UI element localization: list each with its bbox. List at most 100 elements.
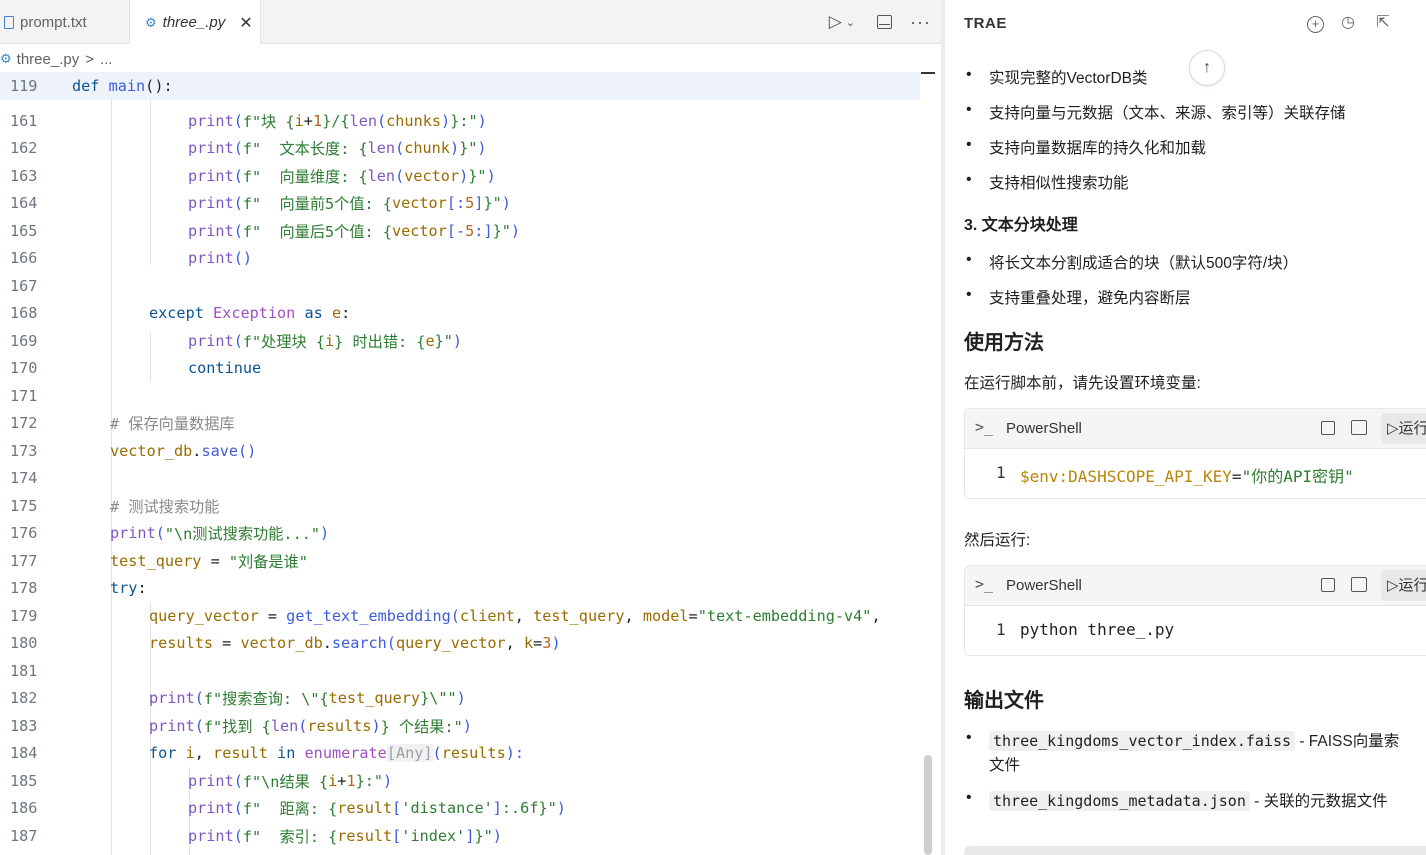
code-text: query_vector = get_text_embedding(client… [149, 606, 881, 625]
list-item: • 实现完整的VectorDB类 [966, 66, 1148, 87]
code-line: 170 continue [0, 355, 920, 383]
list-item: • 将长文本分割成适合的块（默认500字符/块） [966, 251, 1299, 272]
code-area[interactable]: 119 def main (): 161 print(f"块 {i +1}/{len… [0, 72, 920, 855]
line-number: 182 [10, 689, 38, 708]
line-number: 177 [10, 551, 38, 570]
new-chat-icon[interactable]: + [1307, 16, 1324, 33]
run-button[interactable]: ▷运行 [1381, 413, 1426, 444]
code-text: print(f" 向量前5个值: {vector [: 5]}") [188, 194, 511, 214]
vertical-scrollbar[interactable] [924, 755, 932, 855]
assistant-panel: TRAE + ◷ ⇱ ↑ • 实现完整的VectorDB类 • 支持向量与元数据（文… [945, 0, 1426, 855]
run-icon[interactable]: ▷ [829, 12, 842, 32]
open-external-icon[interactable]: ⇱ [1373, 13, 1393, 33]
line-number: 187 [10, 826, 38, 845]
code-text: # 测试搜索功能 [110, 497, 220, 516]
toggle-panel-icon[interactable] [877, 15, 893, 29]
usage-intro: 在运行脚本前，请先设置环境变量: [964, 375, 1201, 392]
output-heading: 输出文件 [964, 690, 1044, 712]
line-number: 180 [10, 634, 38, 653]
python-file-icon: ⚙ [145, 14, 157, 30]
line-number: 173 [10, 441, 38, 460]
code-language: PowerShell [1006, 577, 1082, 594]
line-number: 186 [10, 799, 38, 818]
line-number: 172 [10, 414, 38, 433]
code-text: print(f" 距离: {result['distance']:.6f}") [188, 799, 566, 819]
line-number: 168 [10, 304, 38, 323]
code-text: print(f"找到 {len(results)} 个结果:") [149, 716, 472, 736]
breadcrumb-file[interactable]: three_.py [17, 51, 80, 68]
line-number: 175 [10, 496, 38, 515]
file-icon [4, 15, 14, 29]
history-icon[interactable]: ◷ [1338, 13, 1358, 33]
line-number: 185 [10, 771, 38, 790]
input-box-edge[interactable] [964, 846, 1426, 855]
insert-icon[interactable] [1351, 420, 1367, 435]
usage-heading: 使用方法 [964, 332, 1044, 354]
code-line: 173 vector_db. save() [0, 437, 920, 465]
code-line: 166 print() [0, 245, 920, 273]
code-block-run: >_ PowerShell ▷运行 1 python three_.py [964, 565, 1426, 656]
more-actions-icon[interactable]: ··· [910, 12, 931, 33]
output-desc: - FAISS向量索 [1295, 733, 1400, 750]
code-text: continue [188, 359, 262, 378]
insert-icon[interactable] [1351, 577, 1367, 592]
tab-three-py[interactable]: ⚙ three_.py ✕ [130, 0, 261, 45]
line-number: 170 [10, 359, 38, 378]
line-number: 167 [10, 276, 38, 295]
code-text: def main (): [72, 76, 173, 95]
assistant-title: TRAE [964, 15, 1007, 32]
line-number: 171 [10, 386, 38, 405]
line-number: 181 [10, 661, 38, 680]
code-text: python three_.py [1020, 620, 1175, 639]
run-button[interactable]: ▷运行 [1381, 570, 1426, 601]
scroll-to-top-button[interactable]: ↑ [1189, 50, 1225, 86]
code-text: print(f"处理块 {i} 时出错: {e}") [188, 331, 463, 351]
list-item: • three_kingdoms_vector_index.faiss - FA… [966, 729, 1400, 774]
code-text: print(f" 向量后5个值: {vector [- 5:]}") [188, 221, 521, 241]
list-item: • 支持重叠处理，避免内容断层 [966, 286, 1191, 307]
code-block-header: >_ PowerShell ▷运行 [965, 409, 1426, 449]
code-language: PowerShell [1006, 420, 1082, 437]
code-block-body: 1 python three_.py [965, 606, 1426, 654]
code-line: 186 print(f" 距离: {result['distance']:.6f… [0, 795, 920, 823]
line-number: 178 [10, 579, 38, 598]
line-number: 162 [10, 139, 38, 158]
code-line: 182 print(f"搜索查询: \"{test_query}\"") [0, 685, 920, 713]
list-item: • three_kingdoms_metadata.json - 关联的元数据文… [966, 789, 1388, 811]
line-number: 183 [10, 716, 38, 735]
tab-prompt-txt[interactable]: prompt.txt [0, 0, 130, 44]
code-line: 181 [0, 657, 920, 685]
code-line: 187 print(f" 索引: {result['index']}") [0, 822, 920, 850]
code-text: vector_db. save() [110, 441, 257, 460]
code-line: 174 [0, 465, 920, 493]
code-line: 168 except Exception as e: [0, 300, 920, 328]
code-text: try: [110, 579, 147, 598]
close-tab-icon[interactable]: ✕ [239, 13, 252, 33]
line-number: 161 [10, 111, 38, 130]
overview-ruler-marker [921, 72, 935, 74]
code-line: 169 print(f"处理块 {i} 时出错: {e}") [0, 327, 920, 355]
code-line: 185 print(f"\n结果 {i +1}:") [0, 767, 920, 795]
chevron-down-icon[interactable]: ⌄ [846, 16, 855, 29]
code-editor[interactable]: prompt.txt ⚙ three_.py ✕ ▷ ⌄ ··· ⚙ three… [0, 0, 941, 855]
code-line: 177 test_query = "刘备是谁" [0, 547, 920, 575]
code-line: 183 print(f"找到 {len(results)} 个结果:") [0, 712, 920, 740]
breadcrumb: ⚙ three_.py > ... [0, 45, 941, 73]
line-number: 174 [10, 469, 38, 488]
code-line: 165 print(f" 向量后5个值: {vector [- 5:]}") [0, 217, 920, 245]
code-line: 180 results = vector_db. search(query_vec… [0, 630, 920, 658]
code-line: 178 try: [0, 575, 920, 603]
output-desc-cont: 文件 [989, 757, 1021, 774]
breadcrumb-symbol[interactable]: ... [100, 51, 113, 68]
code-text: print(f"\n结果 {i +1}:") [188, 771, 393, 791]
line-number: 165 [10, 221, 38, 240]
code-text: $env:DASHSCOPE_API_KEY="你的API密钥" [1020, 467, 1354, 486]
section-heading: 3. 文本分块处理 [964, 217, 1078, 234]
copy-icon[interactable] [1321, 421, 1335, 435]
code-line: 175 # 测试搜索功能 [0, 492, 920, 520]
code-block-header: >_ PowerShell ▷运行 [965, 566, 1426, 606]
inline-code: three_kingdoms_vector_index.faiss [989, 731, 1296, 751]
code-line: 164 print(f" 向量前5个值: {vector [: 5]}") [0, 190, 920, 218]
copy-icon[interactable] [1321, 578, 1335, 592]
tab-label: prompt.txt [20, 13, 87, 31]
